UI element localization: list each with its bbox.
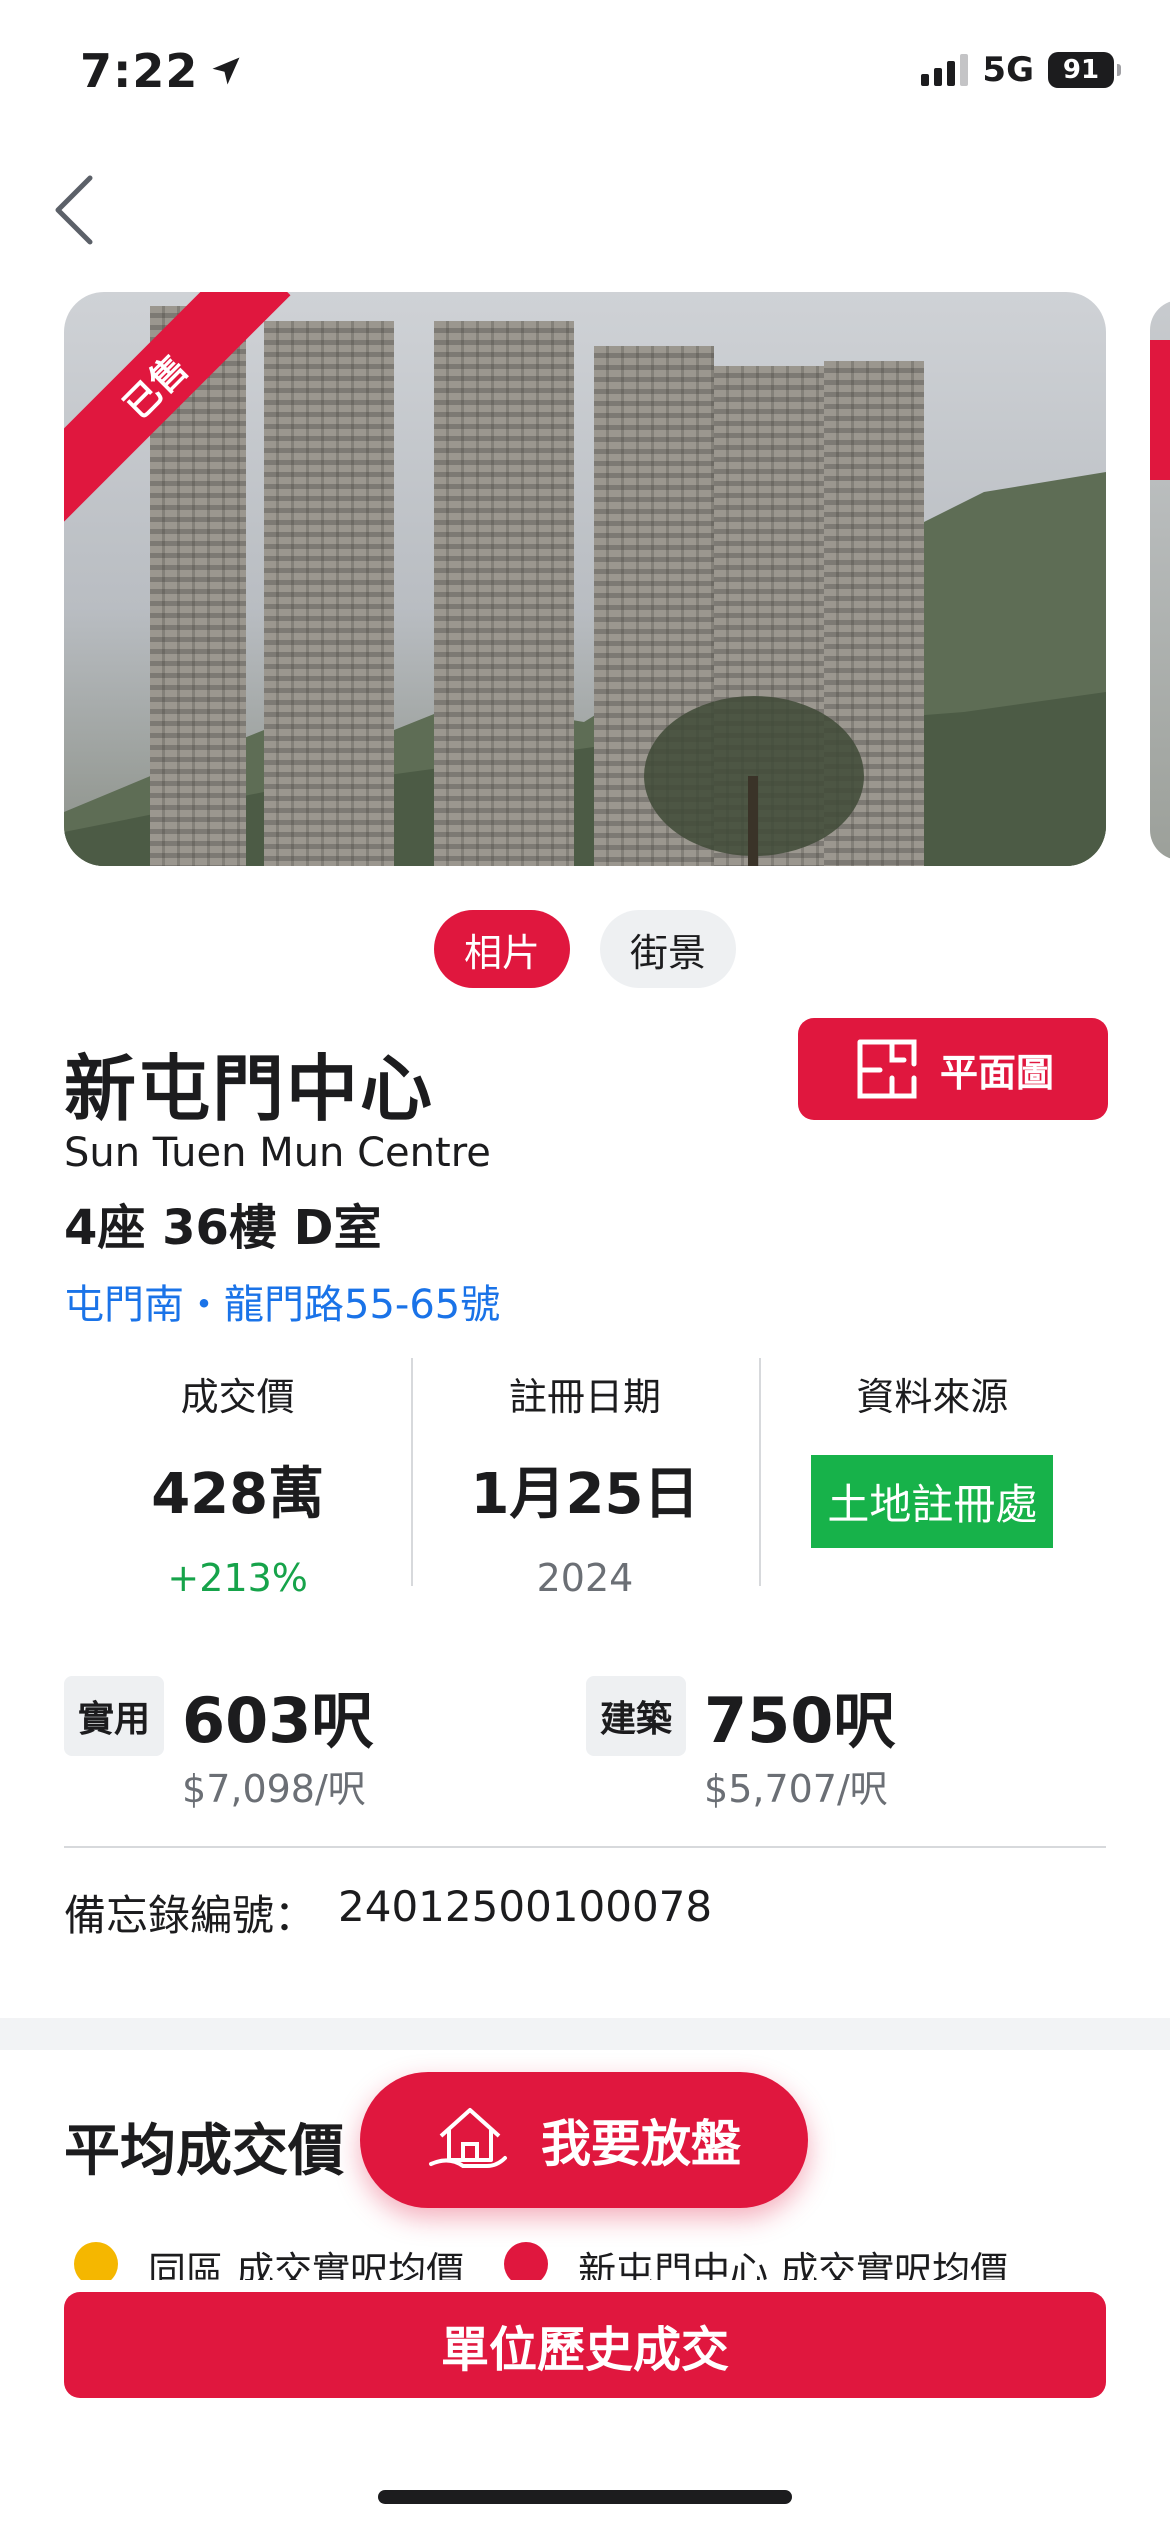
floorplan-label: 平面圖 [939,1050,1054,1095]
stat-source: 資料來源 土地註冊處 [758,1358,1106,1586]
saleable-area: 實用 603呎 $7,098/呎 [64,1676,373,1813]
gross-unit-price: $5,707/呎 [704,1767,888,1811]
address-link[interactable]: 屯門南・龍門路55-65號 [64,1272,500,1330]
time-text: 7:22 [80,44,199,98]
saleable-unit-price: $7,098/呎 [182,1767,366,1811]
property-photo[interactable]: 已售 [64,292,1106,866]
memo-value: 24012500100078 [338,1882,713,1931]
floorplan-icon [857,1039,917,1099]
legend-item-district[interactable]: 同區 成交實呎均價 [74,2240,464,2280]
media-tabs: 相片 街景 [0,910,1170,988]
floorplan-button[interactable]: 平面圖 [798,1018,1108,1120]
tab-photos[interactable]: 相片 [433,910,570,988]
gross-area: 建築 750呎 $5,707/呎 [586,1676,895,1813]
section-separator [0,2018,1170,2050]
chevron-left-icon [55,175,93,245]
network-type: 5G [982,50,1034,90]
property-name-en: Sun Tuen Mun Centre [64,1130,491,1176]
saleable-value: 603呎 [182,1684,374,1757]
legend-dot-red [504,2242,549,2280]
home-indicator[interactable] [378,2490,792,2504]
unit-label: 4座 36樓 D室 [64,1200,382,1256]
status-time: 7:22 [80,44,244,98]
tab-street-view[interactable]: 街景 [600,910,737,988]
property-name-zh: 新屯門中心 [64,1047,435,1131]
stat-price: 成交價 428萬 +213% [64,1358,411,1600]
back-button[interactable] [44,172,104,248]
signal-icon [921,54,969,86]
status-bar: 7:22 5G 91 [0,0,1170,150]
legend-label-estate: 新屯門中心 成交實呎均價 [578,2249,1009,2280]
saleable-tag: 實用 [64,1676,165,1756]
price-change: +213% [167,1556,308,1600]
transaction-stats: 成交價 428萬 +213% 註冊日期 1月25日 2024 資料來源 土地註冊… [64,1358,1106,1600]
gross-value: 750呎 [704,1684,896,1757]
price-value: 428萬 [151,1462,325,1527]
battery-icon: 91 [1048,52,1121,88]
gross-tag: 建築 [586,1676,687,1756]
legend-dot-yellow [74,2242,118,2280]
legend-item-estate[interactable]: 新屯門中心 成交實呎均價 [504,2240,1008,2280]
location-arrow-icon [212,57,240,85]
date-year: 2024 [536,1556,634,1600]
memo-label: 備忘錄編號： [64,1891,317,1940]
list-property-label: 我要放盤 [541,2115,741,2173]
sold-ribbon-peek [1150,340,1170,480]
building-tower [264,321,394,866]
stat-date: 註冊日期 1月25日 2024 [411,1358,758,1600]
source-label: 資料來源 [856,1375,1009,1419]
legend-label-district: 同區 成交實呎均價 [148,2249,465,2280]
memo-number: 備忘錄編號： 24012500100078 [64,1882,712,1943]
unit-history-button[interactable]: 單位歷史成交 [64,2292,1106,2398]
next-photo-peek[interactable] [1150,300,1170,860]
list-property-button[interactable]: 我要放盤 [360,2072,808,2208]
house-hand-icon [429,2108,507,2168]
building-tower [434,321,574,866]
source-badge[interactable]: 土地註冊處 [811,1455,1054,1548]
price-label: 成交價 [180,1375,295,1419]
tree [644,696,864,866]
status-indicators: 5G 91 [921,50,1121,90]
battery-level: 91 [1062,55,1100,85]
avg-price-legend: 同區 成交實呎均價 新屯門中心 成交實呎均價 [74,2240,1114,2280]
avg-price-title: 平均成交價 [64,2119,344,2184]
divider [64,1846,1106,1848]
date-label: 註冊日期 [508,1375,661,1419]
date-value: 1月25日 [470,1462,700,1527]
